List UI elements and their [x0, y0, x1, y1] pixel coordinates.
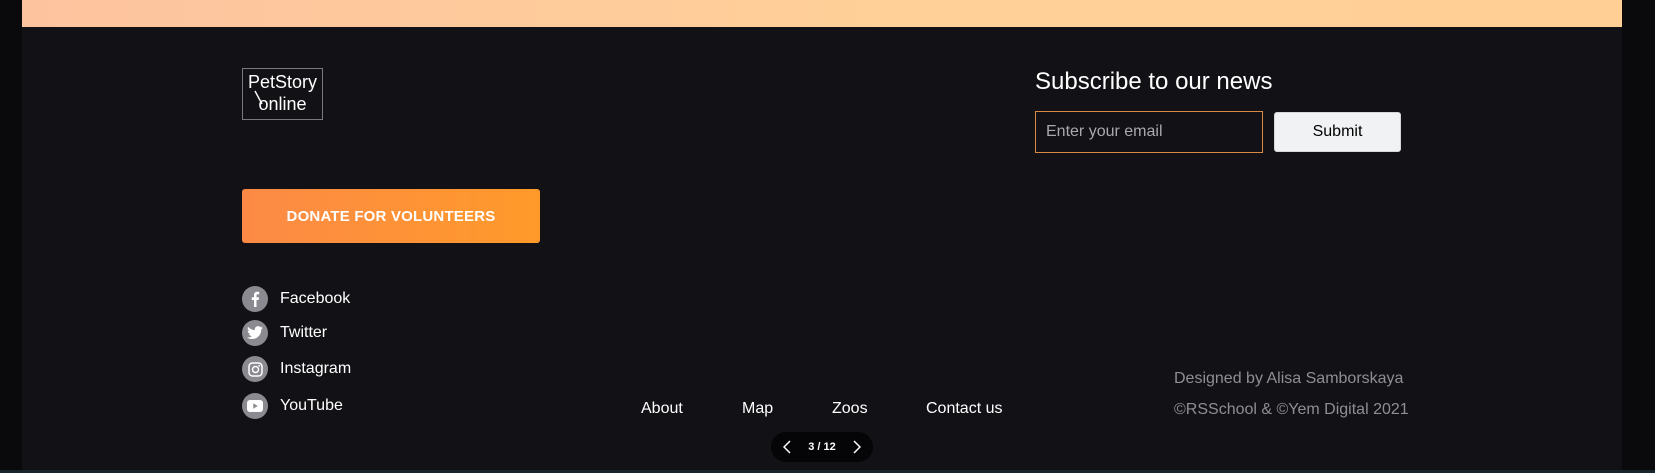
youtube-icon [242, 393, 268, 419]
social-label-youtube: YouTube [280, 397, 343, 414]
social-label-instagram: Instagram [280, 360, 352, 377]
nav-link-about[interactable]: About [641, 400, 683, 418]
pager-prev-button[interactable] [779, 439, 795, 455]
designer-credit: Designed by Alisa Samborskaya [1174, 370, 1404, 387]
donate-button[interactable]: DONATE FOR VOLUNTEERS [242, 189, 540, 243]
copyright-text: ©RSSchool & ©Yem Digital 2021 [1174, 401, 1409, 418]
submit-button[interactable]: Submit [1274, 112, 1401, 152]
slide-pager: 3 / 12 [771, 432, 873, 462]
pager-count: 3 / 12 [808, 441, 836, 453]
nav-link-map[interactable]: Map [742, 400, 773, 418]
pager-next-button[interactable] [849, 439, 865, 455]
social-link-youtube[interactable]: YouTube [242, 393, 343, 419]
cursor-icon [254, 90, 263, 105]
hero-bottom-strip [22, 0, 1622, 27]
email-field[interactable] [1035, 111, 1263, 153]
chevron-right-icon [853, 440, 861, 454]
subscribe-title: Subscribe to our news [1035, 68, 1273, 95]
social-label-twitter: Twitter [280, 324, 328, 341]
nav-link-contact-us[interactable]: Contact us [926, 400, 1002, 418]
instagram-icon [242, 356, 268, 382]
facebook-icon [242, 286, 268, 312]
social-label-facebook: Facebook [280, 290, 351, 307]
chevron-left-icon [783, 440, 791, 454]
social-link-instagram[interactable]: Instagram [242, 356, 351, 382]
nav-link-zoos[interactable]: Zoos [832, 400, 868, 418]
twitter-icon [242, 320, 268, 346]
social-link-twitter[interactable]: Twitter [242, 320, 327, 346]
social-link-facebook[interactable]: Facebook [242, 286, 350, 312]
